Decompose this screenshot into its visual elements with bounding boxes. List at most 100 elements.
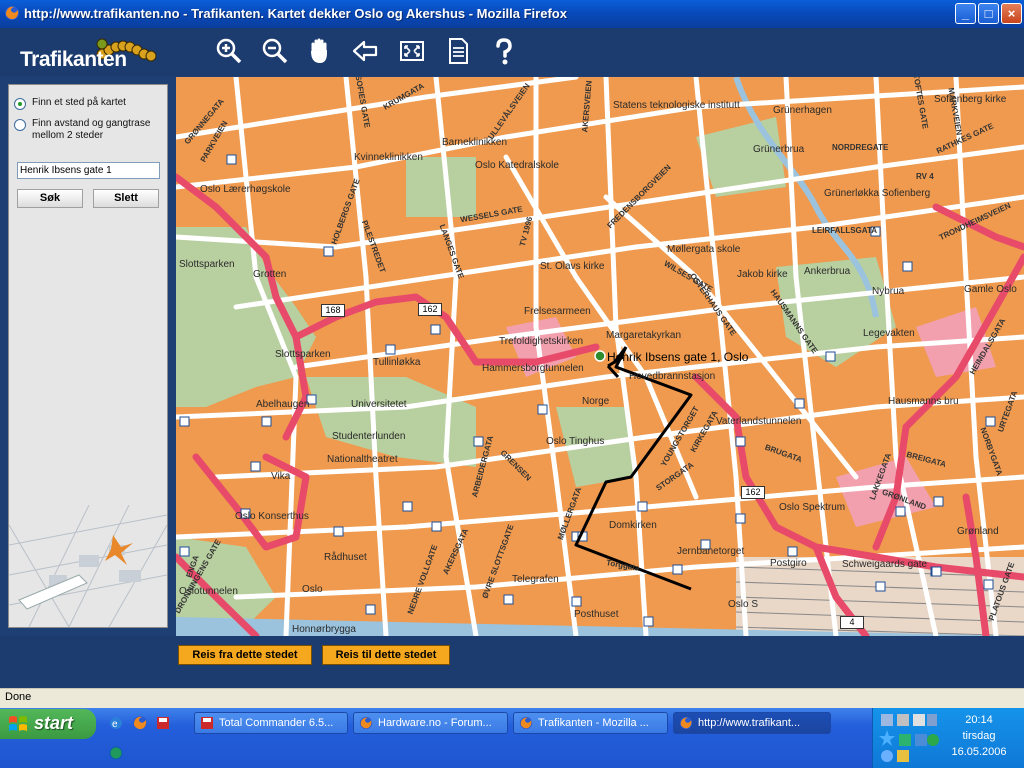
- travel-from-button[interactable]: Reis fra dette stedet: [178, 645, 312, 665]
- fullscreen-icon[interactable]: [397, 36, 427, 66]
- minimize-button[interactable]: _: [955, 3, 976, 24]
- search-button[interactable]: Søk: [17, 189, 83, 208]
- quicklaunch-firefox-icon[interactable]: [132, 715, 148, 731]
- taskbar-item-label: Trafikanten - Mozilla ...: [538, 717, 649, 729]
- floppy-icon: [201, 717, 213, 729]
- map-label: Nationaltheatret: [327, 454, 398, 465]
- map-label: LEIRFALLSGATA: [812, 226, 878, 235]
- map-label: Studenterlunden: [332, 431, 406, 442]
- taskbar-item[interactable]: Total Commander 6.5...: [194, 712, 348, 734]
- taskbar-item[interactable]: Trafikanten - Mozilla ...: [513, 712, 668, 734]
- map-label: NORDREGATE: [832, 143, 889, 152]
- road-number-badge: 162: [741, 486, 765, 499]
- window-title: http://www.trafikanten.no - Trafikanten.…: [24, 6, 567, 21]
- clock-time: 20:14: [965, 714, 993, 726]
- clear-button[interactable]: Slett: [93, 189, 159, 208]
- search-panel: Finn et sted på kartet Finn avstand og g…: [8, 84, 168, 628]
- map-label: Grünerbrua: [753, 144, 805, 155]
- map-label: Ankerbrua: [804, 266, 851, 277]
- map-label: Statens teknologiske institutt: [613, 100, 740, 111]
- road-number-badge: 4: [840, 616, 864, 629]
- map-label: Møllergata skole: [667, 244, 741, 255]
- taskbar-clock[interactable]: 20:14 tirsdag 16.05.2006: [938, 712, 1020, 760]
- address-input[interactable]: [17, 162, 160, 179]
- firefox-icon: [519, 716, 533, 730]
- firefox-icon: [679, 716, 693, 730]
- firefox-icon: [5, 6, 19, 20]
- close-button[interactable]: ×: [1001, 3, 1022, 24]
- travel-to-button[interactable]: Reis til dette stedet: [322, 645, 450, 665]
- radio-unselected-icon[interactable]: [14, 119, 26, 131]
- map-label: Gamle Oslo: [964, 284, 1017, 295]
- map-label: Universitetet: [351, 399, 407, 410]
- taskbar-item[interactable]: Hardware.no - Forum...: [353, 712, 508, 734]
- pan-hand-icon[interactable]: [305, 36, 335, 66]
- clock-date: 16.05.2006: [951, 746, 1007, 758]
- document-icon[interactable]: [443, 36, 473, 66]
- map-label: Margaretakyrkan: [606, 330, 682, 341]
- map-label: Jakob kirke: [737, 269, 788, 280]
- radio-find-distance[interactable]: Finn avstand og gangtrase mellom 2 stede…: [14, 118, 164, 142]
- map-label: Grünerløkka Sofienberg: [824, 188, 931, 199]
- map-label: Hammersborgtunnelen: [482, 363, 584, 374]
- map-label: Hovedbrannstasjon: [629, 371, 716, 382]
- back-arrow-icon[interactable]: [350, 36, 380, 66]
- map-label: Domkirken: [609, 520, 657, 531]
- map-label: Nybrua: [872, 286, 905, 297]
- map-label: Tullinløkka: [373, 357, 421, 368]
- clock-day: tirsdag: [962, 730, 996, 742]
- zoom-out-icon[interactable]: [260, 36, 290, 66]
- map-label: Sofienberg kirke: [934, 94, 1007, 105]
- map-label: Telegrafen: [512, 574, 559, 585]
- status-text: Done: [5, 691, 32, 703]
- map-illustration-image: [9, 505, 167, 627]
- road-number-badge: 168: [321, 304, 345, 317]
- map-label: Hausmanns bru: [888, 396, 959, 407]
- start-label: start: [34, 713, 74, 733]
- windows-logo-icon: [9, 716, 27, 731]
- quicklaunch-ie-icon[interactable]: e: [108, 715, 124, 731]
- map-label: Oslo: [302, 584, 323, 595]
- map-label: Frelsesarmeen: [524, 306, 591, 317]
- map-label: Trefoldighetskirken: [499, 336, 584, 347]
- help-icon[interactable]: [489, 36, 519, 66]
- map-label: Barneklinikken: [442, 137, 508, 148]
- app-header: Trafikanten: [0, 28, 1024, 76]
- tray-icons[interactable]: [879, 712, 939, 764]
- taskbar-item-active[interactable]: http://www.trafikant...: [673, 712, 831, 734]
- map-label: Grotten: [253, 269, 287, 280]
- road-number-badge: 162: [418, 303, 442, 316]
- map-label: Grünerhagen: [773, 105, 832, 116]
- taskbar-item-label: Total Commander 6.5...: [219, 717, 334, 729]
- firefox-icon: [359, 716, 373, 730]
- map-label: Oslo Lærerhøgskole: [200, 184, 291, 195]
- svg-text:e: e: [112, 719, 118, 730]
- tray-icon-group: [879, 714, 939, 762]
- map-label: Rådhuset: [324, 552, 367, 563]
- map-label: St. Olavs kirke: [540, 261, 605, 272]
- quicklaunch-disk-icon[interactable]: [155, 715, 171, 731]
- map-label: Oslo Tinghus: [546, 436, 605, 447]
- map-label: Vika: [271, 471, 291, 482]
- radio-find-distance-label: Finn avstand og gangtrase mellom 2 stede…: [32, 118, 151, 141]
- radio-selected-icon[interactable]: [14, 98, 26, 110]
- window-title-bar[interactable]: http://www.trafikanten.no - Trafikanten.…: [0, 0, 1024, 28]
- maximize-button[interactable]: □: [978, 3, 999, 24]
- zoom-in-icon[interactable]: [214, 36, 244, 66]
- quicklaunch-globe-icon[interactable]: [108, 745, 124, 761]
- map-label: Kvinneklinikken: [354, 152, 423, 163]
- trafikanten-logo[interactable]: Trafikanten: [20, 48, 127, 72]
- map-label: RV 4: [916, 172, 934, 181]
- selected-location-label: Henrik Ibsens gate 1, Oslo: [607, 350, 749, 364]
- map-label: Oslo Spektrum: [779, 502, 846, 513]
- start-button[interactable]: start: [0, 709, 96, 739]
- city-map[interactable]: Statens teknologiske institutt Grünerhag…: [176, 77, 1024, 636]
- map-label: Posthuset: [574, 609, 619, 620]
- radio-find-place[interactable]: Finn et sted på kartet: [14, 97, 126, 110]
- taskbar-item-label: Hardware.no - Forum...: [378, 717, 492, 729]
- browser-status-bar: Done: [0, 688, 1024, 708]
- map-label: Vaterlandstunnelen: [716, 416, 802, 427]
- map-label: Abelhaugen: [256, 399, 310, 410]
- map-label: Grønland: [957, 526, 999, 537]
- map-label: Oslo Katedralskole: [475, 160, 559, 171]
